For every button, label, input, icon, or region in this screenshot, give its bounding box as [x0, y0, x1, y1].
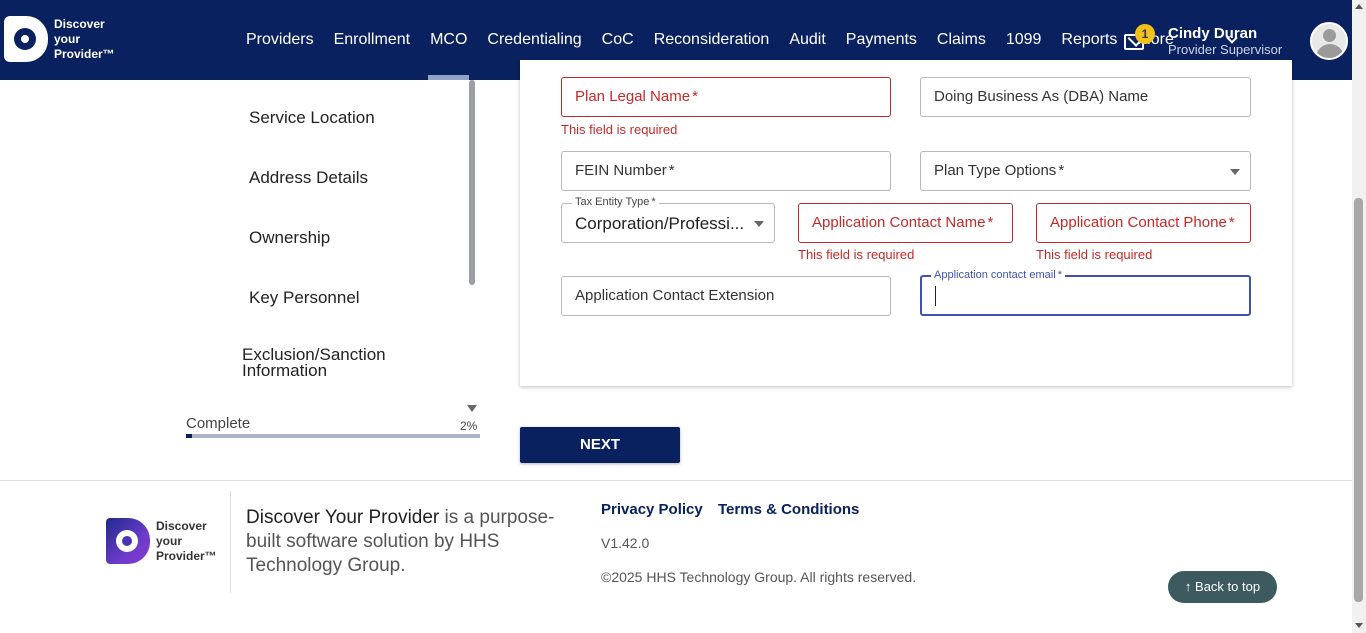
user-info[interactable]: Cindy Duran Provider Supervisor	[1168, 25, 1282, 57]
complete-percent: 2%	[460, 419, 478, 433]
brand-logo[interactable]: Discover your Provider™	[4, 16, 115, 62]
brand-logo-text: Discover your Provider™	[54, 17, 115, 62]
application-contact-name-label: Application Contact Name *	[812, 214, 994, 231]
plan-legal-name-field[interactable]: Plan Legal Name *	[561, 77, 891, 117]
application-contact-phone-field[interactable]: Application Contact Phone *	[1036, 203, 1251, 243]
next-button[interactable]: NEXT	[520, 427, 680, 463]
dropdown-arrow-icon	[754, 221, 764, 227]
complete-label: Complete	[186, 415, 251, 432]
application-contact-phone-error: This field is required	[1036, 247, 1153, 262]
progress-bar	[186, 434, 480, 438]
plan-legal-name-label: Plan Legal Name *	[575, 88, 698, 105]
user-role: Provider Supervisor	[1168, 42, 1283, 57]
footer-description: Discover Your Provider is a purpose-buil…	[246, 507, 555, 576]
scroll-down-icon[interactable]	[1355, 623, 1363, 628]
application-contact-extension-label: Application Contact Extension	[575, 287, 775, 304]
fein-number-label: FEIN Number *	[575, 162, 675, 179]
tax-entity-type-label: Tax Entity Type *	[572, 196, 659, 208]
application-contact-name-error: This field is required	[798, 247, 915, 262]
arrow-up-icon: ↑	[1184, 579, 1196, 594]
footer-divider	[0, 480, 1352, 481]
sidebar-item-ownership[interactable]: Ownership	[249, 228, 330, 248]
footer-logo-icon	[106, 518, 150, 564]
footer-logo: Discover your Provider™	[106, 518, 217, 564]
scroll-up-icon[interactable]	[1355, 4, 1363, 9]
user-name: Cindy Duran	[1168, 25, 1258, 42]
back-to-top-button[interactable]: ↑ Back to top	[1168, 571, 1277, 603]
nav-providers[interactable]: Providers	[236, 0, 324, 80]
text-cursor	[935, 286, 936, 306]
footer-vertical-divider	[230, 491, 231, 593]
scroll-down-icon[interactable]	[467, 405, 477, 412]
fein-number-field[interactable]: FEIN Number *	[561, 151, 891, 191]
nav-enrollment[interactable]: Enrollment	[324, 0, 420, 80]
privacy-policy-link[interactable]: Privacy Policy	[601, 501, 703, 518]
sidebar-item-service-location[interactable]: Service Location	[249, 108, 375, 128]
sidebar-item-key-personnel[interactable]: Key Personnel	[249, 288, 360, 308]
terms-conditions-link[interactable]: Terms & Conditions	[718, 501, 859, 518]
avatar[interactable]	[1310, 22, 1348, 60]
page-scrollbar-thumb[interactable]	[1354, 198, 1363, 602]
brand-line3: Provider™	[54, 46, 115, 61]
application-contact-email-field[interactable]	[920, 275, 1251, 316]
tax-entity-type-select[interactable]: Corporation/Professi...	[561, 203, 775, 243]
copyright: ©2025 HHS Technology Group. All rights r…	[601, 569, 917, 585]
brand-logo-icon	[4, 16, 48, 62]
dba-name-field[interactable]: Doing Business As (DBA) Name	[920, 77, 1251, 117]
notification-badge: 1	[1135, 24, 1155, 44]
tax-entity-type-value: Corporation/Professi...	[575, 214, 745, 233]
plan-type-select[interactable]: Plan Type Options *	[920, 151, 1251, 191]
sidebar-item-address-details[interactable]: Address Details	[249, 168, 368, 188]
footer-logo-text: Discover your Provider™	[156, 518, 217, 563]
brand-line1: Discover	[54, 16, 105, 31]
progress-bar-fill	[186, 434, 192, 438]
plan-type-label: Plan Type Options *	[934, 162, 1065, 179]
app-version: V1.42.0	[601, 535, 650, 551]
plan-legal-name-error: This field is required	[561, 122, 678, 137]
dba-name-label: Doing Business As (DBA) Name	[934, 88, 1149, 105]
nav-mco[interactable]: MCO	[420, 0, 477, 80]
dropdown-arrow-icon	[1230, 169, 1240, 175]
application-contact-phone-label: Application Contact Phone *	[1050, 214, 1235, 231]
application-contact-name-field[interactable]: Application Contact Name *	[798, 203, 1013, 243]
brand-line2: your	[54, 31, 81, 46]
application-contact-extension-field[interactable]: Application Contact Extension	[561, 276, 891, 316]
application-contact-email-label: Application contact email *	[931, 269, 1065, 281]
sidebar-item-exclusion-sanction[interactable]: Exclusion/Sanction Information	[242, 346, 432, 379]
sidebar-scrollbar-thumb[interactable]	[469, 80, 475, 285]
